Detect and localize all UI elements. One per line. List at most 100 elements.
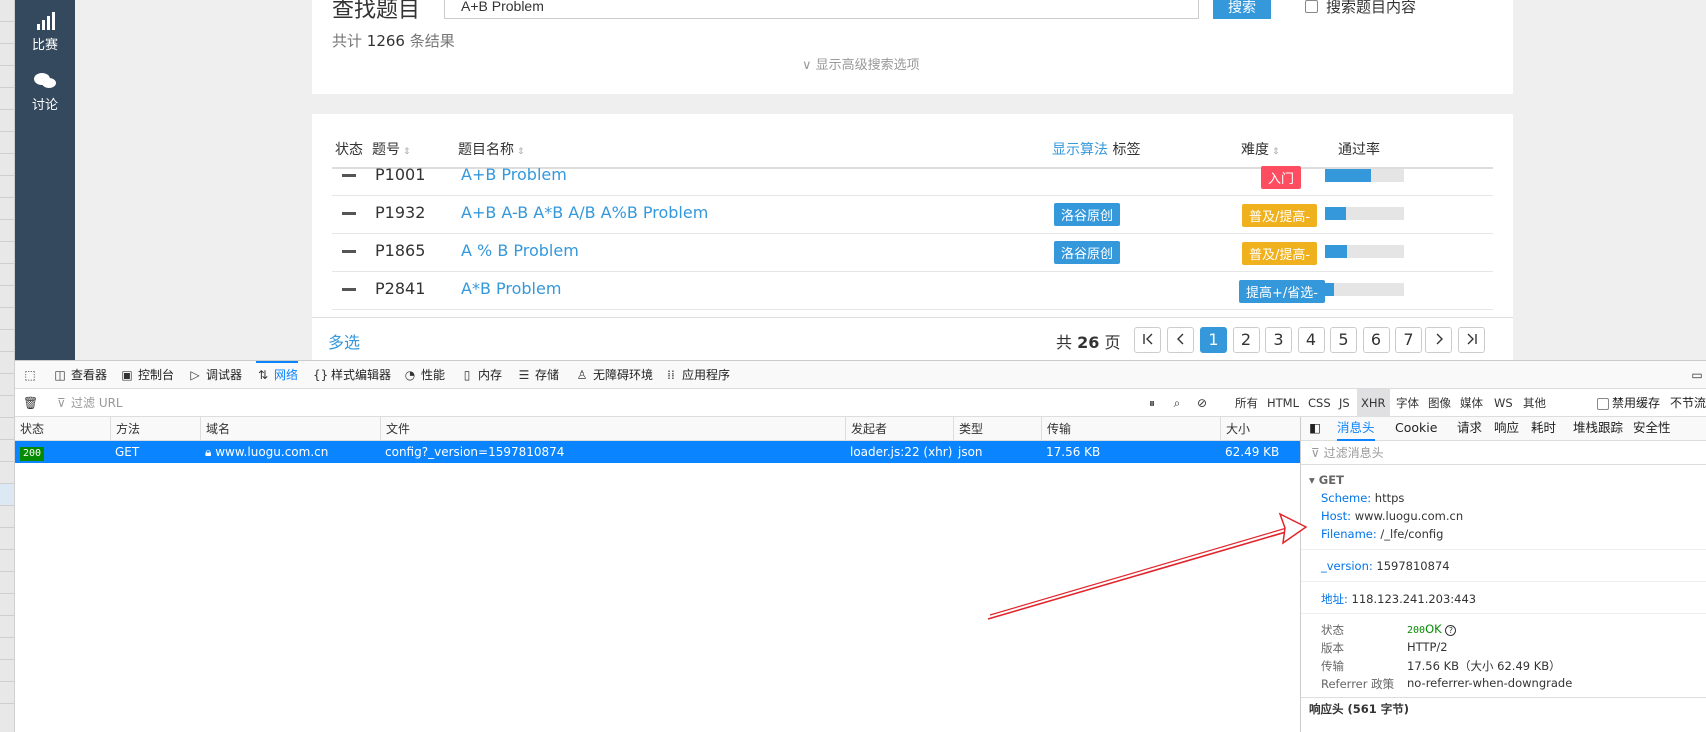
disable-cache-checkbox[interactable] [1597, 397, 1609, 410]
search-button[interactable]: 搜索 [1213, 0, 1271, 19]
prev-page-button[interactable] [1167, 327, 1194, 353]
headers-filter-input[interactable]: ⊽ 过滤消息头 [1301, 441, 1706, 465]
details-tab-1[interactable]: Cookie [1395, 417, 1437, 441]
problem-id[interactable]: P1001 [375, 165, 425, 184]
pause-button[interactable]: ⏸ [1145, 389, 1163, 417]
url-filter-input[interactable]: ⊽ 过滤 URL [55, 393, 1135, 413]
search-requests-button[interactable]: ⌕ [1170, 389, 1188, 417]
search-input[interactable] [444, 0, 1199, 19]
column-header-2[interactable]: 域名 [200, 417, 230, 441]
column-header-1[interactable]: 方法 [110, 417, 140, 441]
left-strip-cell [0, 22, 14, 44]
disable-cache-toggle[interactable]: 禁用缓存 [1597, 389, 1660, 417]
page-button-7[interactable]: 7 [1395, 327, 1422, 353]
page-button-2[interactable]: 2 [1232, 327, 1260, 353]
divider [1301, 581, 1706, 582]
details-tab-3[interactable]: 响应 [1494, 417, 1519, 441]
column-header-5[interactable]: 类型 [953, 417, 983, 441]
devtools-tab-console[interactable]: ▣ 控制台 [120, 361, 174, 389]
details-tab-4[interactable]: 耗时 [1531, 417, 1556, 441]
type-filter-3[interactable]: JS [1335, 389, 1354, 417]
problem-name-link[interactable]: A+B Problem [461, 165, 567, 184]
type-filter-9[interactable]: 其他 [1519, 389, 1550, 417]
scheme-value: https [1374, 491, 1405, 505]
problem-name-link[interactable]: A*B Problem [461, 279, 561, 298]
problem-id[interactable]: P1932 [375, 203, 425, 222]
column-header-0[interactable]: 状态 [15, 417, 44, 441]
details-tab-2[interactable]: 请求 [1457, 417, 1482, 441]
problem-name-link[interactable]: A % B Problem [461, 241, 579, 260]
type-filter-2[interactable]: CSS [1304, 389, 1335, 417]
type-filter-6[interactable]: 图像 [1424, 389, 1455, 417]
status-text: OK [1425, 622, 1442, 636]
left-strip-cell [0, 330, 14, 352]
column-header-7[interactable]: 大小 [1220, 417, 1250, 441]
details-tab-6[interactable]: 安全性 [1633, 417, 1671, 441]
devtools-tab-network[interactable]: ⇅ 网络 [256, 361, 299, 389]
pass-rate-bar [1325, 245, 1404, 258]
page-button-4[interactable]: 4 [1297, 327, 1325, 353]
problem-name-link[interactable]: A+B A-B A*B A/B A%B Problem [461, 203, 708, 222]
type-filter-8[interactable]: WS [1490, 389, 1517, 417]
column-header-4[interactable]: 发起者 [845, 417, 887, 441]
table-row[interactable]: 200 GET 🔒︎ www.luogu.com.cn config?_vers… [15, 441, 1300, 463]
block-requests-button[interactable]: ⊘ [1195, 389, 1213, 417]
toggle-sidebar-button[interactable]: ◧ [1309, 417, 1321, 441]
tag-badge[interactable]: 洛谷原创 [1054, 241, 1121, 264]
search-content-checkbox[interactable] [1305, 0, 1318, 13]
problem-id[interactable]: P1865 [375, 241, 425, 260]
left-strip-cell [0, 132, 14, 154]
page-button-5[interactable]: 5 [1330, 327, 1357, 353]
pass-rate-fill [1325, 207, 1346, 220]
search-content-option[interactable]: 搜索题目内容 [1305, 0, 1416, 17]
details-tabs: ◧ 消息头 Cookie 请求 响应 耗时 堆栈跟踪 安全性 [1301, 417, 1706, 441]
left-strip-cell [0, 462, 14, 484]
response-headers-section[interactable]: 响应头 (561 字节) [1309, 701, 1409, 717]
next-page-button[interactable] [1425, 327, 1452, 353]
type-filter-0[interactable]: 所有 [1231, 389, 1262, 417]
devtools-tab-memory[interactable]: ▯ 内存 [460, 361, 502, 389]
inspector-icon: ◫ [54, 368, 66, 382]
table-row[interactable]: P1001 A+B Problem 入门 [332, 155, 1493, 196]
clear-button[interactable]: 🗑 [23, 389, 41, 417]
problem-id[interactable]: P2841 [375, 279, 425, 298]
type-filter-5[interactable]: 字体 [1392, 389, 1423, 417]
details-tab-0[interactable]: 消息头 [1337, 417, 1375, 441]
column-header-3[interactable]: 文件 [380, 417, 410, 441]
help-icon[interactable]: ? [1445, 625, 1457, 636]
first-page-button[interactable] [1134, 327, 1161, 353]
type-filter-1[interactable]: HTML [1263, 389, 1303, 417]
search-card: 查找题目 搜索 搜索题目内容 共计 1266 条结果 ∨ 显示高级搜索选项 [312, 0, 1513, 94]
table-row[interactable]: P1865 A % B Problem 洛谷原创 普及/提高- [332, 231, 1493, 272]
column-header-6[interactable]: 传输 [1041, 417, 1071, 441]
devtools-tab-application[interactable]: ⁞⁞ 应用程序 [664, 361, 730, 389]
details-tab-5[interactable]: 堆栈跟踪 [1573, 417, 1623, 441]
page-button-3[interactable]: 3 [1265, 327, 1292, 353]
devtools-tab-style-editor[interactable]: {} 样式编辑器 [313, 361, 391, 389]
advanced-search-toggle[interactable]: ∨ 显示高级搜索选项 [802, 54, 920, 73]
devtools-tab-performance[interactable]: ◔ 性能 [403, 361, 445, 389]
page-button-6[interactable]: 6 [1362, 327, 1390, 353]
throttle-select[interactable]: 不节流 [1670, 389, 1706, 417]
page-button-1[interactable]: 1 [1200, 327, 1227, 353]
request-method-section[interactable]: ▾ GET [1309, 473, 1344, 487]
divider [1301, 697, 1706, 698]
dock-button[interactable]: ▭ [1690, 361, 1706, 389]
address-row: 地址: 118.123.241.203:443 [1321, 591, 1476, 607]
tag-badge[interactable]: 洛谷原创 [1054, 203, 1121, 226]
devtools-tab-debugger[interactable]: ▷ 调试器 [188, 361, 242, 389]
devtools-tab-storage[interactable]: ☰ 存储 [517, 361, 559, 389]
devtools-tab-label: 内存 [478, 368, 503, 382]
sidebar-item-contests[interactable]: 比赛 [15, 12, 75, 53]
left-strip-cell [0, 616, 14, 638]
devtools-tab-inspector[interactable]: ◫ 查看器 [53, 361, 107, 389]
table-row[interactable]: P2841 A*B Problem 提高+/省选- [332, 269, 1493, 310]
last-page-button[interactable] [1458, 327, 1485, 353]
pick-element-button[interactable]: ⬚ [23, 361, 41, 389]
sidebar-item-discuss[interactable]: 讨论 [15, 72, 75, 113]
type-filter-4[interactable]: XHR [1357, 389, 1390, 417]
type-filter-7[interactable]: 媒体 [1456, 389, 1487, 417]
multi-select-link[interactable]: 多选 [328, 329, 360, 353]
table-row[interactable]: P1932 A+B A-B A*B A/B A%B Problem 洛谷原创 普及/提… [332, 193, 1493, 234]
devtools-tab-accessibility[interactable]: ♙ 无障碍环境 [575, 361, 653, 389]
